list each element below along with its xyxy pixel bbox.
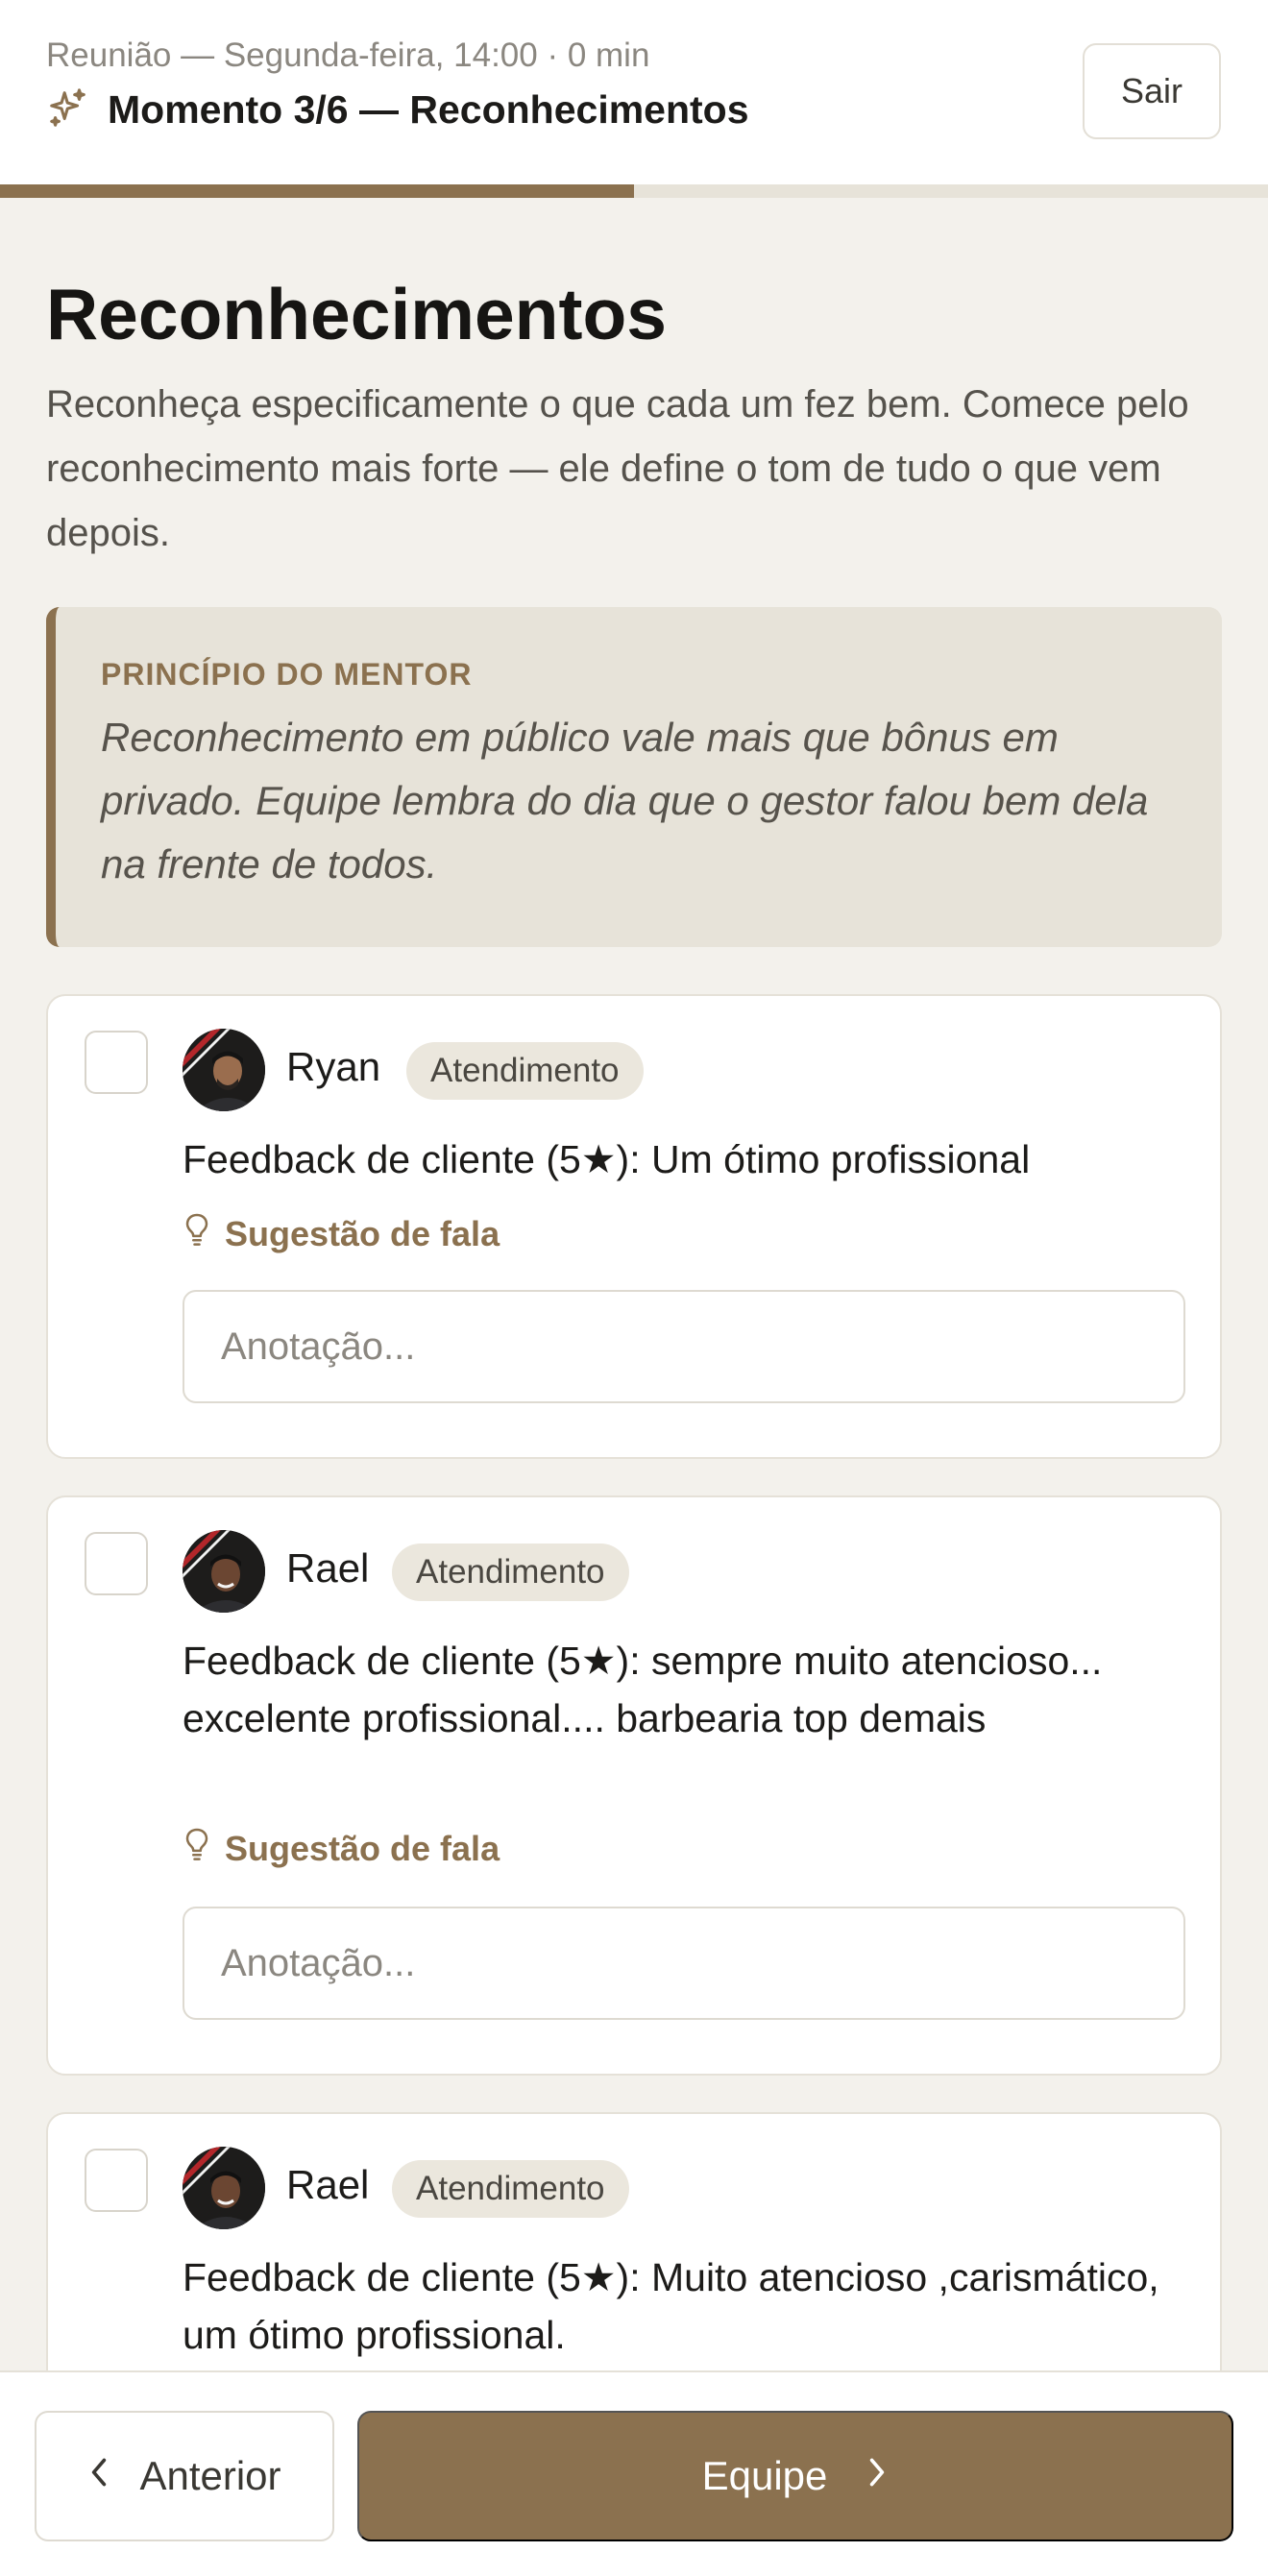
recognition-card: Rael Atendimento Feedback de cliente (5★… <box>46 1495 1222 2076</box>
top-header: Reunião — Segunda-feira, 14:00 · 0 min M… <box>0 0 1268 184</box>
speech-suggestion-link[interactable]: Sugestão de fala <box>183 1211 500 1256</box>
page-title: Reconhecimentos <box>46 274 667 354</box>
next-label: Equipe <box>701 2453 828 2498</box>
exit-button[interactable]: Sair <box>1083 43 1221 139</box>
recognition-checkbox[interactable] <box>85 1532 148 1595</box>
speech-suggestion-label: Sugestão de fala <box>225 1828 500 1868</box>
speech-suggestion-link[interactable]: Sugestão de fala <box>183 1826 500 1871</box>
role-badge: Atendimento <box>392 1543 629 1601</box>
avatar <box>183 1530 265 1613</box>
mentor-quote: Reconhecimento em público vale mais que … <box>101 715 1149 887</box>
meeting-info: Reunião — Segunda-feira, 14:00 · 0 min <box>46 36 650 74</box>
person-name: Rael <box>286 2162 370 2207</box>
previous-button[interactable]: Anterior <box>35 2411 334 2541</box>
speech-suggestion-label: Sugestão de fala <box>225 1213 500 1253</box>
page-description: Reconheça especificamente o que cada um … <box>46 383 1189 554</box>
progress-fill <box>0 184 634 198</box>
person-name: Ryan <box>286 1044 381 1089</box>
bottom-navigation: Anterior Equipe <box>0 2370 1268 2576</box>
recognition-checkbox[interactable] <box>85 1031 148 1094</box>
person-name: Rael <box>286 1545 370 1591</box>
recognition-checkbox[interactable] <box>85 2149 148 2212</box>
avatar <box>183 2147 265 2229</box>
recognition-card: Ryan Atendimento Feedback de cliente (5★… <box>46 994 1222 1459</box>
moment-heading: Momento 3/6 — Reconhecimentos <box>46 85 749 134</box>
feedback-text: Feedback de cliente (5★): Muito atencios… <box>183 2255 1159 2357</box>
avatar <box>183 1029 265 1111</box>
mentor-principle-box: PRINCÍPIO DO MENTOR Reconhecimento em pú… <box>46 607 1222 947</box>
next-button[interactable]: Equipe <box>357 2411 1233 2541</box>
moment-title: Momento 3/6 — Reconhecimentos <box>108 86 749 132</box>
feedback-text: Feedback de cliente (5★): Um ótimo profi… <box>183 1137 1031 1181</box>
lightbulb-icon <box>183 1211 211 1256</box>
chevron-left-icon <box>87 2453 110 2499</box>
sparkles-icon <box>46 85 90 134</box>
role-badge: Atendimento <box>406 1042 644 1100</box>
chevron-right-icon <box>866 2453 889 2499</box>
lightbulb-icon <box>183 1826 211 1871</box>
note-input[interactable] <box>183 1290 1185 1403</box>
progress-bar <box>0 184 1268 198</box>
feedback-text: Feedback de cliente (5★): sempre muito a… <box>183 1639 1103 1740</box>
note-input[interactable] <box>183 1907 1185 2020</box>
previous-label: Anterior <box>139 2453 281 2498</box>
mentor-label: PRINCÍPIO DO MENTOR <box>101 657 473 692</box>
role-badge: Atendimento <box>392 2160 629 2218</box>
